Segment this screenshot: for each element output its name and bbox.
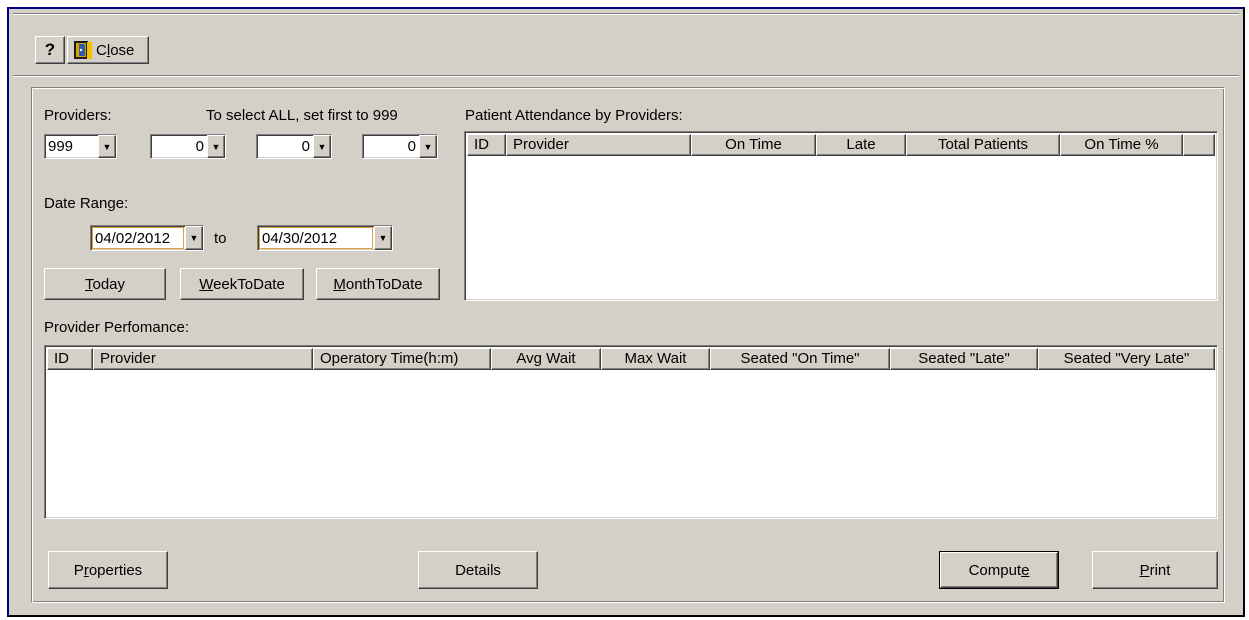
performance-list-header: ID Provider Operatory Time(h:m) Avg Wait… <box>47 348 1215 370</box>
provider-select-2[interactable]: 0 ▼ <box>150 134 226 159</box>
column-header-id[interactable]: ID <box>47 348 93 370</box>
column-header-provider[interactable]: Provider <box>93 348 313 370</box>
print-button[interactable]: Print <box>1092 551 1218 589</box>
column-header-provider[interactable]: Provider <box>506 134 691 156</box>
chevron-down-icon[interactable]: ▼ <box>419 135 437 158</box>
details-button[interactable]: Details <box>418 551 538 589</box>
details-label: Details <box>455 561 501 579</box>
help-button[interactable]: ? <box>35 36 65 64</box>
month-to-date-label: MonthToDate <box>333 275 423 293</box>
close-label: Close <box>96 41 135 59</box>
week-to-date-button[interactable]: WeekToDate <box>180 268 304 300</box>
column-header-on-time-percent[interactable]: On Time % <box>1060 134 1183 156</box>
providers-label: Providers: <box>44 107 112 124</box>
date-range-label: Date Range: <box>44 195 129 212</box>
column-header-seated-on-time[interactable]: Seated "On Time" <box>710 348 890 370</box>
close-button[interactable]: Close <box>67 36 149 64</box>
chevron-down-icon[interactable]: ▼ <box>185 226 203 250</box>
column-header-filler <box>1183 134 1215 156</box>
chevron-down-icon[interactable]: ▼ <box>313 135 331 158</box>
date-to-label: to <box>214 230 227 247</box>
column-header-avg-wait[interactable]: Avg Wait <box>491 348 601 370</box>
today-label: Today <box>84 275 126 293</box>
date-to-picker[interactable]: 04/30/2012 ▼ <box>257 225 393 251</box>
compute-label: Compute <box>968 561 1030 579</box>
provider-select-1[interactable]: 999 ▼ <box>44 134 117 159</box>
chevron-down-icon[interactable]: ▼ <box>207 135 225 158</box>
chevron-down-icon[interactable]: ▼ <box>98 135 116 158</box>
toolbar-top-divider <box>13 13 1239 15</box>
provider-select-1-value: 999 <box>48 138 74 155</box>
column-header-seated-late[interactable]: Seated "Late" <box>890 348 1038 370</box>
column-header-operatory-time[interactable]: Operatory Time(h:m) <box>313 348 491 370</box>
properties-label: Properties <box>73 561 143 579</box>
print-label: Print <box>1139 561 1171 579</box>
date-from-picker[interactable]: 04/02/2012 ▼ <box>90 225 204 251</box>
column-header-total-patients[interactable]: Total Patients <box>906 134 1060 156</box>
date-to-value: 04/30/2012 <box>259 227 373 249</box>
column-header-seated-very-late[interactable]: Seated "Very Late" <box>1038 348 1215 370</box>
today-button[interactable]: Today <box>44 268 166 300</box>
performance-list[interactable]: ID Provider Operatory Time(h:m) Avg Wait… <box>44 345 1218 519</box>
provider-select-3-value: 0 <box>301 138 310 155</box>
attendance-list-header: ID Provider On Time Late Total Patients … <box>467 134 1215 156</box>
properties-button[interactable]: Properties <box>48 551 168 589</box>
column-header-late[interactable]: Late <box>816 134 906 156</box>
column-header-on-time[interactable]: On Time <box>691 134 816 156</box>
provider-select-2-value: 0 <box>195 138 204 155</box>
chevron-down-icon[interactable]: ▼ <box>374 226 392 250</box>
column-header-max-wait[interactable]: Max Wait <box>601 348 710 370</box>
week-to-date-label: WeekToDate <box>199 275 285 293</box>
month-to-date-button[interactable]: MonthToDate <box>316 268 440 300</box>
help-label: ? <box>44 40 56 59</box>
providers-hint: To select ALL, set first to 999 <box>206 107 398 124</box>
attendance-list[interactable]: ID Provider On Time Late Total Patients … <box>464 131 1218 301</box>
provider-select-4[interactable]: 0 ▼ <box>362 134 438 159</box>
column-header-id[interactable]: ID <box>467 134 506 156</box>
provider-select-4-value: 0 <box>407 138 416 155</box>
provider-select-3[interactable]: 0 ▼ <box>256 134 332 159</box>
compute-button[interactable]: Compute <box>939 551 1059 589</box>
performance-title: Provider Perfomance: <box>44 319 190 336</box>
toolbar-bottom-divider <box>13 75 1239 77</box>
door-exit-icon <box>72 39 94 61</box>
dialog-window: ? Close Providers: To select ALL, set fi… <box>7 7 1245 617</box>
attendance-title: Patient Attendance by Providers: <box>465 107 683 124</box>
date-from-value: 04/02/2012 <box>92 227 184 249</box>
